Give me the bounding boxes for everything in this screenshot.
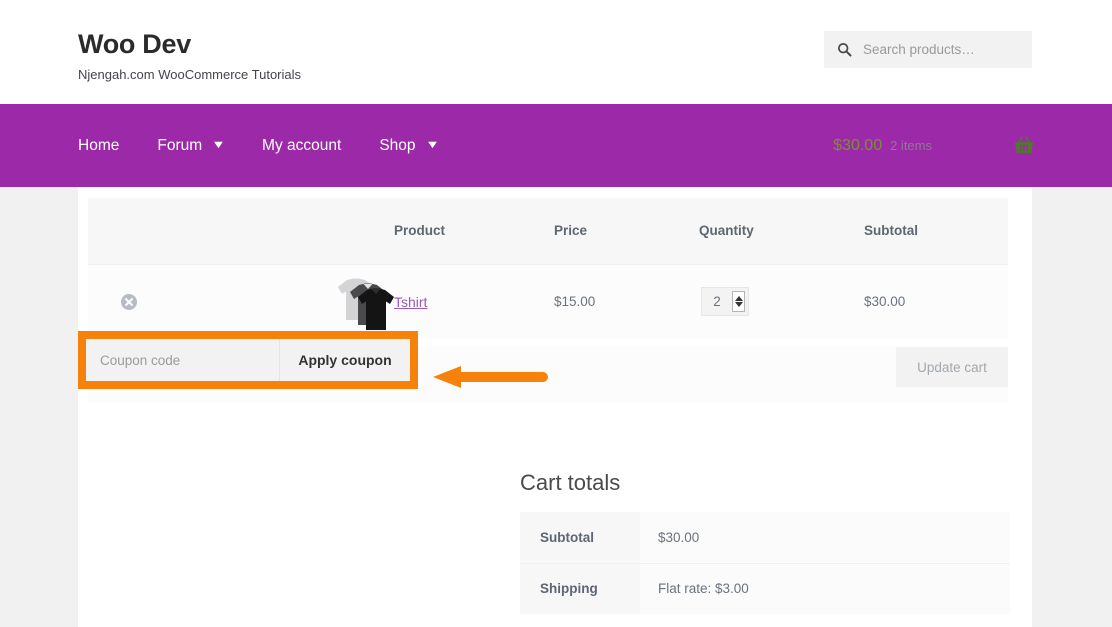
site-branding[interactable]: Woo Dev Njengah.com WooCommerce Tutorial… (78, 29, 302, 82)
product-name-link[interactable]: Tshirt (394, 294, 427, 310)
nav-item-label: My account (262, 136, 342, 154)
apply-coupon-button[interactable]: Apply coupon (279, 339, 410, 381)
product-search-box[interactable] (824, 31, 1032, 68)
quantity-increment-icon[interactable] (734, 296, 743, 302)
site-header: Woo Dev Njengah.com WooCommerce Tutorial… (0, 0, 1112, 104)
cart-cell-thumbnail (166, 263, 396, 339)
table-header-row: Product Price Quantity Subtotal (88, 198, 1008, 264)
column-header-quantity: Quantity (699, 198, 864, 264)
header-cart[interactable]: $30.00 2 items (833, 104, 1034, 187)
cart-cell-remove (88, 263, 166, 339)
nav-item-label: Forum (157, 136, 203, 154)
table-row: Shipping Flat rate: $3.00 (520, 562, 1010, 614)
primary-menu: Home Forum ▼ My account Shop ▼ (78, 104, 475, 187)
chevron-down-icon[interactable]: ▼ (211, 140, 226, 151)
cart-table-body: Tshirt $15.00 2 $30.00 (88, 263, 1008, 339)
nav-item-label: Home (78, 136, 120, 154)
quantity-stepper[interactable]: 2 (701, 287, 749, 317)
cart-cell-product-name: Tshirt (394, 263, 554, 339)
table-row: Subtotal $30.00 (520, 512, 1010, 563)
cart-cell-price: $15.00 (554, 263, 699, 339)
cart-table-header: Product Price Quantity Subtotal (88, 198, 1008, 264)
cart-totals-heading: Cart totals (520, 470, 621, 495)
coupon-highlight-box: Apply coupon (78, 331, 418, 389)
tshirt-image (338, 278, 394, 330)
coupon-code-input[interactable] (86, 339, 279, 381)
site-tagline: Njengah.com WooCommerce Tutorials (78, 66, 302, 82)
page-content: Product Price Quantity Subtotal Tshirt $… (78, 187, 1032, 627)
totals-label-subtotal: Subtotal (520, 512, 640, 563)
nav-item-shop[interactable]: Shop ▼ (379, 136, 440, 155)
totals-value-subtotal: $30.00 (640, 512, 1010, 563)
cart-total-amount: $30.00 (833, 136, 883, 154)
nav-item-home[interactable]: Home (78, 137, 119, 155)
shop-cart-table: Product Price Quantity Subtotal Tshirt $… (88, 198, 1008, 339)
quantity-decrement-icon[interactable] (734, 302, 743, 308)
nav-item-label: Shop (379, 136, 416, 154)
primary-navigation-bar: Home Forum ▼ My account Shop ▼ $30.00 2 … (0, 104, 1112, 187)
quantity-value[interactable]: 2 (702, 294, 732, 309)
table-row: Tshirt $15.00 2 $30.00 (88, 263, 1008, 339)
cart-cell-quantity: 2 (699, 263, 864, 339)
coupon-form: Apply coupon (86, 339, 410, 381)
column-header-remove (88, 198, 166, 264)
cart-actions-row: Apply coupon Update cart (78, 331, 1008, 402)
update-cart-button[interactable]: Update cart (896, 347, 1008, 387)
column-header-price: Price (554, 198, 699, 264)
remove-item-icon[interactable] (121, 293, 137, 310)
search-input[interactable] (861, 41, 1021, 58)
column-header-subtotal: Subtotal (864, 198, 1008, 264)
site-title: Woo Dev (78, 29, 191, 59)
column-header-thumbnail (166, 198, 394, 264)
chevron-down-icon[interactable]: ▼ (425, 140, 440, 151)
cart-totals-table: Subtotal $30.00 Shipping Flat rate: $3.0… (520, 512, 1010, 614)
totals-label-shipping: Shipping (520, 562, 640, 614)
totals-value-shipping: Flat rate: $3.00 (640, 562, 1010, 614)
shopping-basket-icon[interactable] (1014, 136, 1034, 155)
tshirt-product-thumbnail[interactable] (334, 273, 396, 331)
nav-item-forum[interactable]: Forum ▼ (157, 136, 226, 155)
column-header-product: Product (394, 198, 554, 264)
nav-item-my-account[interactable]: My account (262, 137, 341, 155)
cart-cell-subtotal: $30.00 (864, 263, 1008, 339)
cart-item-count: 2 items (890, 138, 932, 153)
cart-page: Woo Dev Njengah.com WooCommerce Tutorial… (0, 0, 1112, 627)
quantity-spinner-arrows[interactable] (732, 291, 745, 313)
left-pointing-arrow-annotation (433, 366, 548, 388)
search-icon (837, 42, 852, 57)
